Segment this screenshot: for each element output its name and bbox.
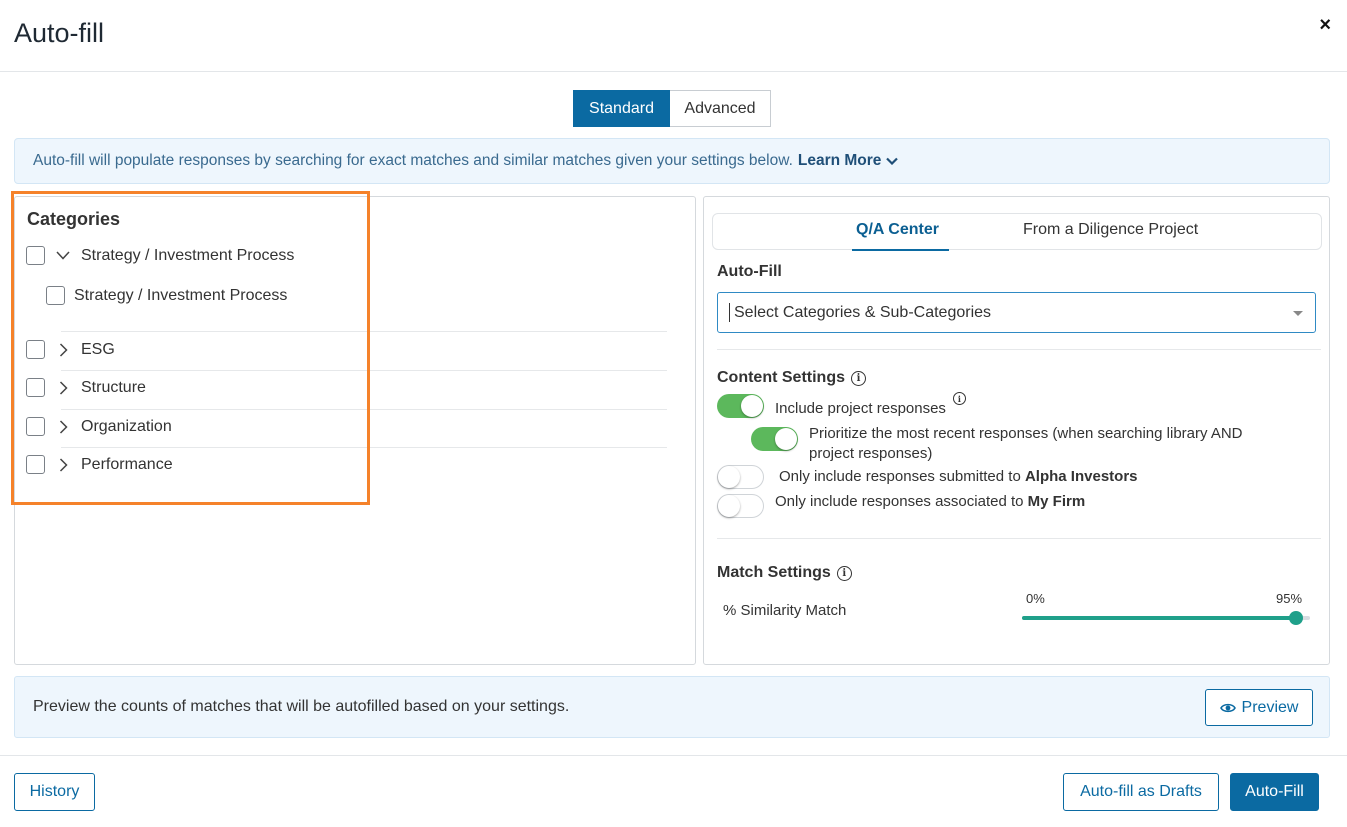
only-associated-row: Only include responses associated to My … (717, 492, 1085, 518)
divider (61, 409, 667, 410)
learn-more-label: Learn More (797, 152, 882, 169)
chevron-right-icon[interactable] (55, 342, 71, 358)
category-label: Organization (81, 417, 172, 435)
info-icon[interactable]: i (952, 392, 966, 405)
settings-panel: Q/A Center From a Diligence Project Auto… (703, 196, 1330, 665)
subcategory-item-strategy: Strategy / Investment Process (46, 286, 287, 305)
match-settings-title: Match Settings i (717, 564, 852, 582)
info-icon[interactable]: i (851, 370, 866, 386)
tab-qa-center[interactable]: Q/A Center (852, 221, 949, 251)
category-label: Performance (81, 455, 173, 473)
categories-select[interactable]: Select Categories & Sub-Categories (717, 292, 1316, 333)
chevron-down-icon[interactable] (55, 248, 71, 264)
match-settings-label: Match Settings (717, 564, 831, 581)
preview-bar: Preview the counts of matches that will … (14, 676, 1330, 738)
divider (717, 349, 1321, 350)
chevron-right-icon[interactable] (55, 419, 71, 435)
content-settings-label: Content Settings (717, 369, 845, 386)
divider (61, 331, 667, 332)
mode-toggle: Standard Advanced (573, 90, 771, 127)
slider-fill (1022, 616, 1296, 620)
prioritize-recent-label: Prioritize the most recent responses (wh… (809, 424, 1243, 464)
subcategory-label: Strategy / Investment Process (74, 286, 288, 304)
category-item-esg: ESG (26, 340, 115, 359)
toggle-knob (775, 428, 797, 450)
source-tabs: Q/A Center From a Diligence Project (712, 213, 1322, 251)
preview-button-label: Preview (1241, 698, 1299, 716)
only-submitted-prefix: Only include responses submitted to (779, 468, 1025, 485)
categories-panel: Categories Strategy / Investment Process… (14, 196, 696, 665)
include-project-toggle[interactable] (717, 394, 764, 418)
toggle-knob (718, 466, 740, 488)
only-associated-target: My Firm (1027, 493, 1086, 510)
category-checkbox[interactable] (26, 340, 45, 359)
autofill-label: Auto-Fill (717, 263, 782, 280)
select-placeholder: Select Categories & Sub-Categories (734, 303, 992, 321)
advanced-mode-button[interactable]: Advanced (670, 90, 771, 127)
only-associated-toggle[interactable] (717, 494, 764, 518)
tab-diligence-project[interactable]: From a Diligence Project (1023, 221, 1198, 239)
toggle-knob (718, 495, 740, 517)
include-project-label: Include project responses (775, 400, 946, 417)
eye-icon (1219, 703, 1236, 712)
text-cursor (729, 303, 730, 322)
toggle-knob (741, 395, 763, 417)
slider-thumb[interactable] (1288, 611, 1303, 625)
similarity-slider[interactable] (1022, 611, 1310, 625)
divider (717, 538, 1321, 539)
dropdown-caret-icon (1293, 311, 1303, 316)
chevron-down-icon (886, 157, 899, 165)
category-checkbox[interactable] (26, 378, 45, 397)
category-item-performance: Performance (26, 455, 173, 474)
learn-more-link[interactable]: Learn More (798, 152, 899, 170)
only-submitted-row: Only include responses submitted to Alph… (717, 465, 1138, 489)
only-associated-label: Only include responses associated to My … (775, 492, 1085, 512)
footer-divider (0, 755, 1347, 756)
divider (61, 447, 667, 448)
prioritize-recent-line1: Prioritize the most recent responses (wh… (809, 425, 1243, 442)
modal-header: Auto-fill × (0, 0, 1347, 72)
category-label: Structure (81, 378, 146, 396)
close-icon[interactable]: × (1319, 14, 1331, 37)
category-item-organization: Organization (26, 417, 172, 436)
category-item-strategy: Strategy / Investment Process (26, 246, 294, 265)
chevron-right-icon[interactable] (55, 380, 71, 396)
standard-mode-button[interactable]: Standard (573, 90, 670, 127)
category-checkbox[interactable] (26, 417, 45, 436)
chevron-right-icon[interactable] (55, 457, 71, 473)
autofill-drafts-button[interactable]: Auto-fill as Drafts (1063, 773, 1219, 811)
subcategory-checkbox[interactable] (46, 286, 65, 305)
category-label: Strategy / Investment Process (81, 246, 295, 264)
slider-min-label: 0% (1026, 591, 1045, 606)
content-settings-title: Content Settings i (717, 369, 866, 387)
category-checkbox[interactable] (26, 246, 45, 265)
categories-title: Categories (27, 209, 121, 229)
category-checkbox[interactable] (26, 455, 45, 474)
only-submitted-target: Alpha Investors (1024, 468, 1138, 485)
prioritize-recent-line2: project responses) (809, 445, 933, 462)
autofill-button[interactable]: Auto-Fill (1230, 773, 1319, 811)
modal-title: Auto-fill (14, 18, 105, 48)
banner-text: Auto-fill will populate responses by sea… (33, 152, 793, 169)
include-project-row: Include project responses i (717, 392, 966, 419)
slider-max-label: 95% (1276, 591, 1303, 606)
prioritize-recent-toggle[interactable] (751, 427, 798, 451)
category-item-structure: Structure (26, 378, 146, 397)
only-submitted-label: Only include responses submitted to Alph… (779, 467, 1138, 487)
only-associated-prefix: Only include responses associated to (775, 493, 1028, 510)
info-icon[interactable]: i (836, 565, 852, 581)
similarity-label: % Similarity Match (723, 602, 847, 619)
history-button[interactable]: History (14, 773, 95, 811)
prioritize-recent-row: Prioritize the most recent responses (wh… (751, 424, 1243, 464)
preview-button[interactable]: Preview (1205, 689, 1313, 726)
preview-text: Preview the counts of matches that will … (33, 698, 570, 715)
divider (61, 370, 667, 371)
only-submitted-toggle[interactable] (717, 465, 764, 489)
info-banner: Auto-fill will populate responses by sea… (14, 138, 1330, 184)
category-label: ESG (81, 340, 115, 358)
